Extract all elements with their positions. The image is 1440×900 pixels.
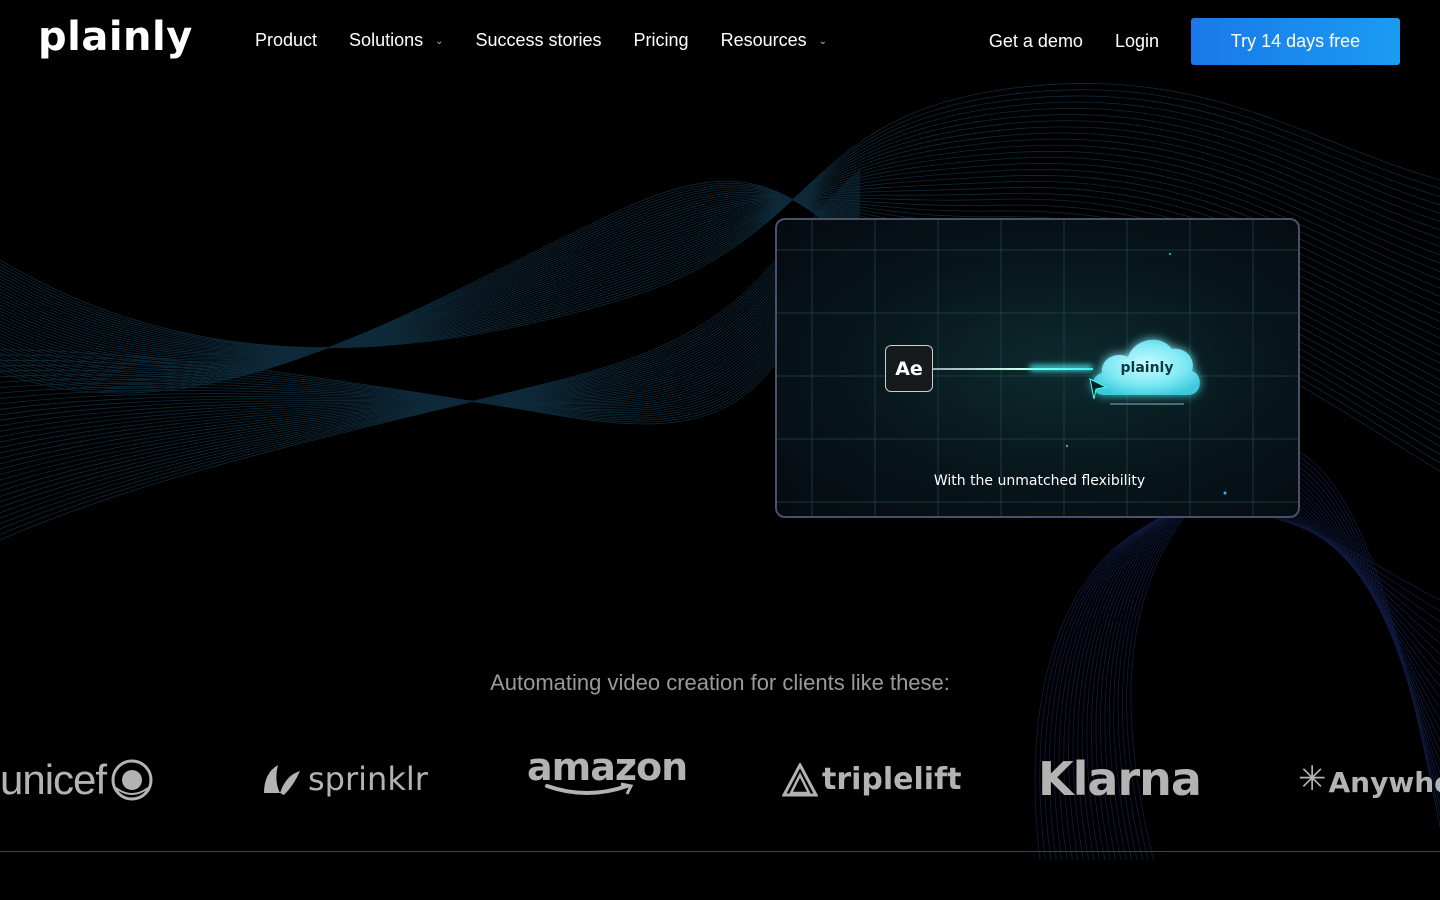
client-logo-triplelift: triplelift [782,762,961,797]
client-logo-strip: unicef sprinklr amazon triplelift Klarna… [0,740,1440,820]
header-actions: Get a demo Login Try 14 days free [989,18,1400,65]
site-header: plainly Product Solutions ⌄ Success stor… [0,0,1440,82]
sprinklr-logo-text: sprinklr [308,760,428,798]
client-logo-sprinklr: sprinklr [260,760,428,798]
nav-label: Resources [720,30,807,50]
nav-item-success-stories[interactable]: Success stories [476,30,602,51]
nav-label: Product [255,30,318,50]
client-logo-unicef: unicef [0,756,154,804]
sprinklr-leaf-icon [264,765,300,795]
main-nav: Product Solutions ⌄ Success stories Pric… [255,30,859,51]
client-logo-klarna: Klarna [1038,752,1202,806]
nav-item-product[interactable]: Product [255,30,317,51]
plainly-logo[interactable]: plainly [38,14,193,60]
amazon-smile-icon [545,782,634,795]
client-logo-amazon: amazon [527,746,688,798]
chevron-down-icon: ⌄ [818,36,828,47]
try-free-button[interactable]: Try 14 days free [1191,18,1400,65]
cloud-label: plainly [1120,360,1174,376]
asterisk-icon: ✳ [1298,758,1327,799]
login-link[interactable]: Login [1115,31,1159,52]
unicef-logo-text: unicef [0,756,107,803]
triplelift-logo-text: triplelift [822,762,962,797]
after-effects-icon: Ae [885,345,933,392]
nav-item-pricing[interactable]: Pricing [634,30,689,51]
nav-label: Pricing [633,30,689,50]
nav-label: Solutions [349,30,424,50]
nav-label: Success stories [475,30,602,50]
page: plainly Product Solutions ⌄ Success stor… [0,0,1440,900]
get-demo-link[interactable]: Get a demo [989,31,1083,52]
nav-item-solutions[interactable]: Solutions ⌄ [349,30,443,51]
klarna-logo-text: Klarna [1038,752,1202,806]
chevron-down-icon: ⌄ [435,36,444,47]
section-divider [0,851,1440,852]
client-logo-anywhere: ✳ Anywher [1298,758,1440,800]
nav-item-resources[interactable]: Resources ⌄ [721,30,827,51]
triplelift-mark-icon [782,762,818,796]
unicef-emblem-icon [111,759,153,801]
hero-video-card[interactable]: Ae plainly With the unmatched flexibilit… [775,218,1300,518]
card-caption: With the unmatched flexibility [933,473,1146,489]
clients-heading: Automating video creation for clients li… [490,670,950,695]
anywhere-logo-text: Anywher [1328,766,1440,799]
